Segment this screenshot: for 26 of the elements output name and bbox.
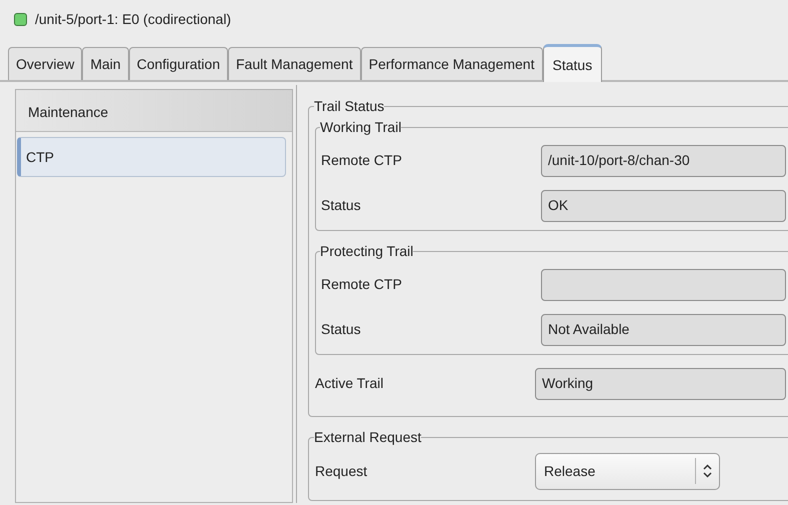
field-label: Status	[321, 320, 362, 339]
group-label: Protecting Trail	[320, 242, 414, 261]
read-only-field: OK	[541, 190, 786, 222]
read-only-field: Not Available	[541, 314, 786, 346]
sidebar-item[interactable]: CTP	[17, 137, 286, 177]
tab[interactable]: Configuration	[128, 47, 228, 80]
group-label: Trail Status	[314, 97, 384, 116]
up-down-arrows-icon	[703, 464, 712, 478]
status-indicator-icon	[14, 12, 27, 26]
field-label: Request	[315, 462, 368, 481]
read-only-field: /unit-10/port-8/chan-30	[541, 144, 786, 176]
read-only-field: Working	[535, 368, 786, 400]
group-label: Working Trail	[320, 118, 402, 137]
dropdown[interactable]: Release	[535, 452, 720, 490]
tab[interactable]: Fault Management	[228, 47, 361, 80]
tab[interactable]: Status	[542, 44, 602, 82]
field-label: Status	[321, 196, 362, 215]
tab[interactable]: Overview	[8, 47, 82, 80]
sidebar-item[interactable]: Maintenance	[16, 90, 292, 132]
field-label: Active Trail	[315, 374, 384, 393]
window-title: /unit-5/port-1: E0 (codirectional)	[35, 10, 232, 29]
group-label: External Request	[314, 428, 422, 447]
field-label: Remote CTP	[321, 151, 403, 170]
tab[interactable]: Performance Management	[360, 47, 542, 80]
tab[interactable]: Main	[82, 47, 129, 80]
field-label: Remote CTP	[321, 275, 403, 294]
